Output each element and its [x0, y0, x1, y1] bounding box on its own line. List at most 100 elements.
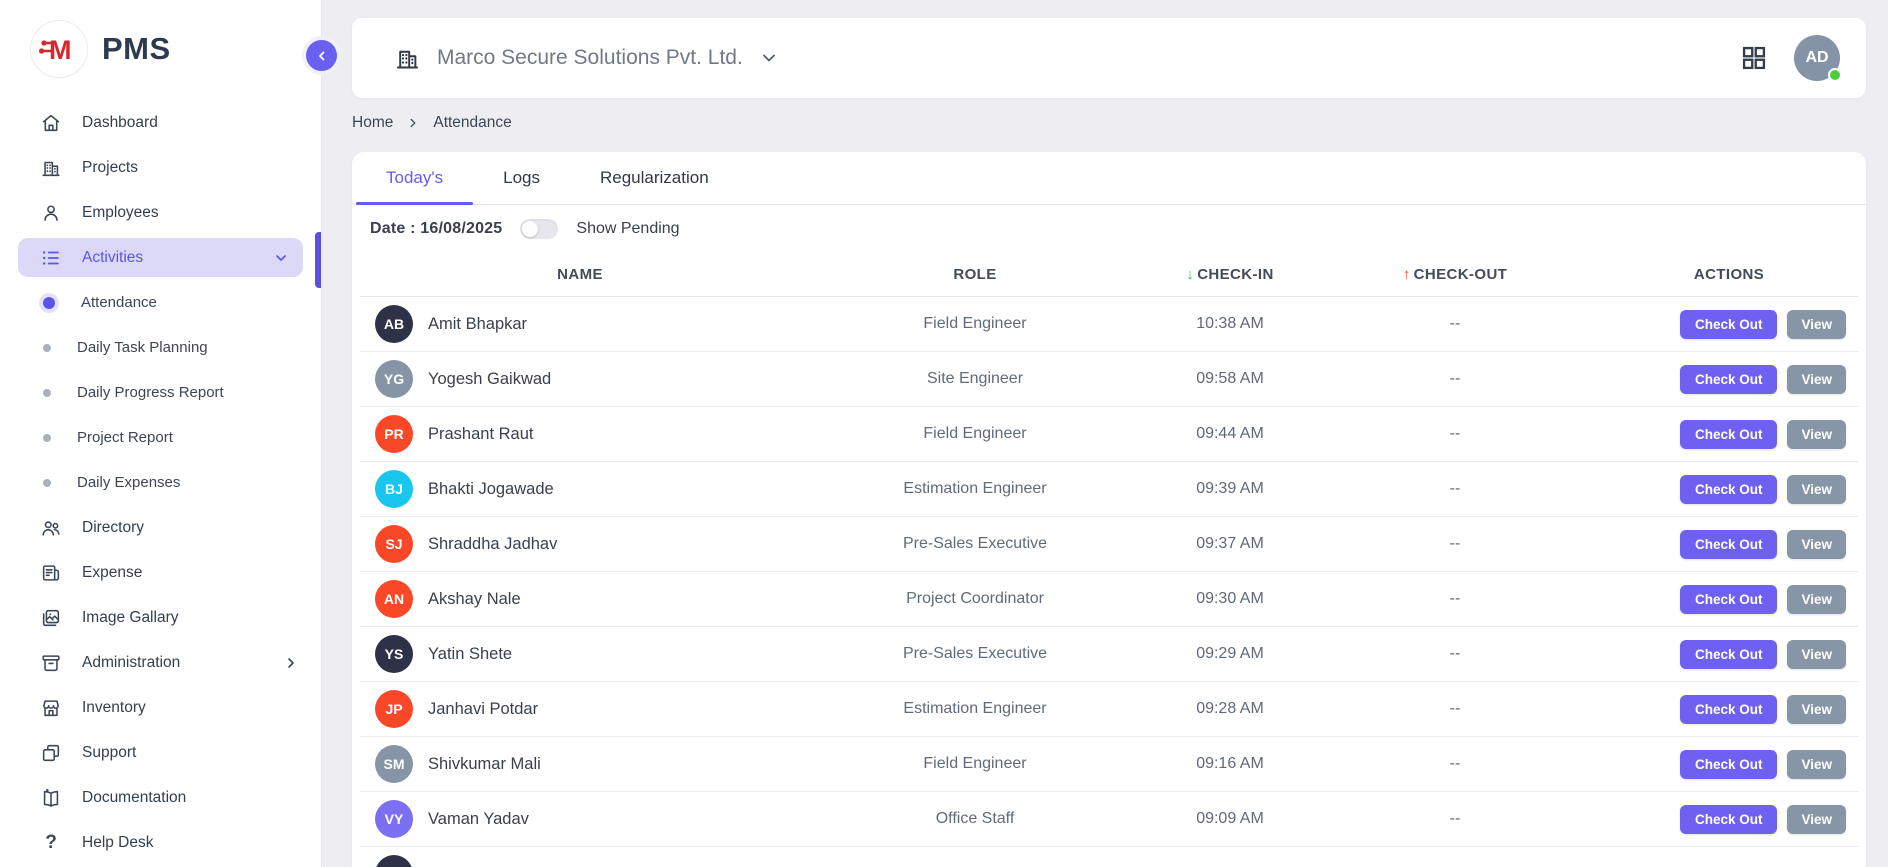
check-out-button[interactable]: Check Out — [1680, 365, 1778, 394]
sidebar-item-expense[interactable]: Expense — [0, 550, 321, 595]
svg-text:M: M — [49, 35, 72, 65]
table-row: SJ Shraddha Jadhav Pre-Sales Executive 0… — [360, 517, 1858, 572]
tab-regularization[interactable]: Regularization — [570, 152, 739, 204]
employee-cell: BJ Bhakti Jogawade — [360, 470, 800, 508]
table-row: JP Janhavi Potdar Estimation Engineer 09… — [360, 682, 1858, 737]
sidebar-item-dashboard[interactable]: Dashboard — [0, 100, 321, 145]
check-out-button[interactable]: Check Out — [1680, 805, 1778, 834]
check-out-button[interactable]: Check Out — [1680, 530, 1778, 559]
sidebar-item-directory[interactable]: Directory — [0, 505, 321, 550]
table-row: SM Shivkumar Mali Field Engineer 09:16 A… — [360, 737, 1858, 792]
online-status-dot — [1828, 68, 1842, 82]
chevron-right-icon — [406, 116, 420, 130]
view-button[interactable]: View — [1787, 585, 1846, 614]
column-name[interactable]: NAME — [360, 266, 800, 283]
employee-cell — [360, 855, 800, 867]
employee-role: Estimation Engineer — [800, 700, 1150, 718]
check-in-time: 09:58 AM — [1150, 370, 1310, 388]
sidebar-item-inventory[interactable]: Inventory — [0, 685, 321, 730]
sidebar-subitem-daily-expenses[interactable]: Daily Expenses — [0, 460, 321, 505]
employee-role: Site Engineer — [800, 370, 1150, 388]
sidebar-item-employees[interactable]: Employees — [0, 190, 321, 235]
sidebar-item-projects[interactable]: Projects — [0, 145, 321, 190]
view-button[interactable]: View — [1787, 695, 1846, 724]
sidebar-item-image-gallery[interactable]: Image Gallary — [0, 595, 321, 640]
check-out-button[interactable]: Check Out — [1680, 475, 1778, 504]
list-icon — [40, 247, 62, 269]
sidebar-item-help-desk[interactable]: ? Help Desk — [0, 820, 321, 865]
check-out-time: -- — [1310, 535, 1600, 553]
table-header: NAME ROLE ↓CHECK-IN ↑CHECK-OUT ACTIONS — [360, 252, 1858, 297]
employee-role: Pre-Sales Executive — [800, 645, 1150, 663]
row-actions: Check Out View — [1600, 530, 1858, 559]
employee-name: Yogesh Gaikwad — [428, 370, 551, 389]
open-book-icon — [40, 787, 62, 809]
show-pending-toggle[interactable] — [520, 219, 558, 239]
chevron-left-icon — [315, 49, 329, 63]
employee-cell: AB Amit Bhapkar — [360, 305, 800, 343]
check-in-time: 09:39 AM — [1150, 480, 1310, 498]
view-button[interactable]: View — [1787, 420, 1846, 449]
check-out-button[interactable]: Check Out — [1680, 310, 1778, 339]
sidebar-item-label: Support — [82, 744, 136, 762]
view-button[interactable]: View — [1787, 805, 1846, 834]
sidebar-subitem-project-report[interactable]: Project Report — [0, 415, 321, 460]
check-out-button[interactable]: Check Out — [1680, 640, 1778, 669]
employee-name: Shraddha Jadhav — [428, 535, 557, 554]
check-out-time: -- — [1310, 590, 1600, 608]
sidebar-item-label: Expense — [82, 564, 142, 582]
row-actions: Check Out View — [1600, 420, 1858, 449]
table-row: BJ Bhakti Jogawade Estimation Engineer 0… — [360, 462, 1858, 517]
employee-role: Field Engineer — [800, 755, 1150, 773]
table-row: VY Vaman Yadav Office Staff 09:09 AM -- … — [360, 792, 1858, 847]
check-out-button[interactable]: Check Out — [1680, 585, 1778, 614]
employee-name: Yatin Shete — [428, 645, 512, 664]
view-button[interactable]: View — [1787, 310, 1846, 339]
check-out-button[interactable]: Check Out — [1680, 750, 1778, 779]
employee-cell: VY Vaman Yadav — [360, 800, 800, 838]
sidebar-subitem-attendance[interactable]: Attendance — [0, 280, 321, 325]
sidebar-subitem-daily-progress-report[interactable]: Daily Progress Report — [0, 370, 321, 415]
sidebar-item-documentation[interactable]: Documentation — [0, 775, 321, 820]
apps-grid-icon[interactable] — [1740, 44, 1768, 72]
employee-role: Estimation Engineer — [800, 480, 1150, 498]
view-button[interactable]: View — [1787, 365, 1846, 394]
check-out-time: -- — [1310, 480, 1600, 498]
view-button[interactable]: View — [1787, 475, 1846, 504]
check-out-button[interactable]: Check Out — [1680, 695, 1778, 724]
sidebar: M PMS Dashboard Projects — [0, 0, 322, 867]
column-role[interactable]: ROLE — [800, 266, 1150, 283]
tab-logs[interactable]: Logs — [473, 152, 570, 204]
sidebar-item-label: Administration — [82, 654, 180, 672]
sidebar-item-label: Help Desk — [82, 834, 154, 852]
breadcrumb: Home Attendance — [352, 114, 512, 132]
sidebar-item-support[interactable]: Support — [0, 730, 321, 775]
company-selector[interactable]: Marco Secure Solutions Pvt. Ltd. — [394, 45, 779, 72]
sidebar-item-activities[interactable]: Activities — [18, 238, 303, 277]
check-out-button[interactable]: Check Out — [1680, 420, 1778, 449]
sidebar-subitem-label: Daily Progress Report — [77, 384, 224, 401]
sort-arrow-up-icon: ↑ — [1403, 266, 1411, 283]
sidebar-item-administration[interactable]: Administration — [0, 640, 321, 685]
check-out-time: -- — [1310, 700, 1600, 718]
column-check-out[interactable]: ↑CHECK-OUT — [1310, 266, 1600, 283]
people-icon — [40, 517, 62, 539]
user-menu[interactable]: AD — [1794, 35, 1840, 81]
active-section-indicator — [315, 232, 321, 288]
tab-todays[interactable]: Today's — [356, 152, 473, 204]
check-in-time: 09:29 AM — [1150, 645, 1310, 663]
row-actions: Check Out View — [1600, 585, 1858, 614]
row-actions: Check Out View — [1600, 640, 1858, 669]
employee-cell: PR Prashant Raut — [360, 415, 800, 453]
avatar: PR — [375, 415, 413, 453]
breadcrumb-home[interactable]: Home — [352, 114, 393, 132]
sidebar-subitem-daily-task-planning[interactable]: Daily Task Planning — [0, 325, 321, 370]
sidebar-collapse-button[interactable] — [306, 40, 337, 71]
home-icon — [40, 112, 62, 134]
view-button[interactable]: View — [1787, 530, 1846, 559]
view-button[interactable]: View — [1787, 640, 1846, 669]
view-button[interactable]: View — [1787, 750, 1846, 779]
receipt-icon — [40, 562, 62, 584]
column-check-in[interactable]: ↓CHECK-IN — [1150, 266, 1310, 283]
check-out-time: -- — [1310, 370, 1600, 388]
